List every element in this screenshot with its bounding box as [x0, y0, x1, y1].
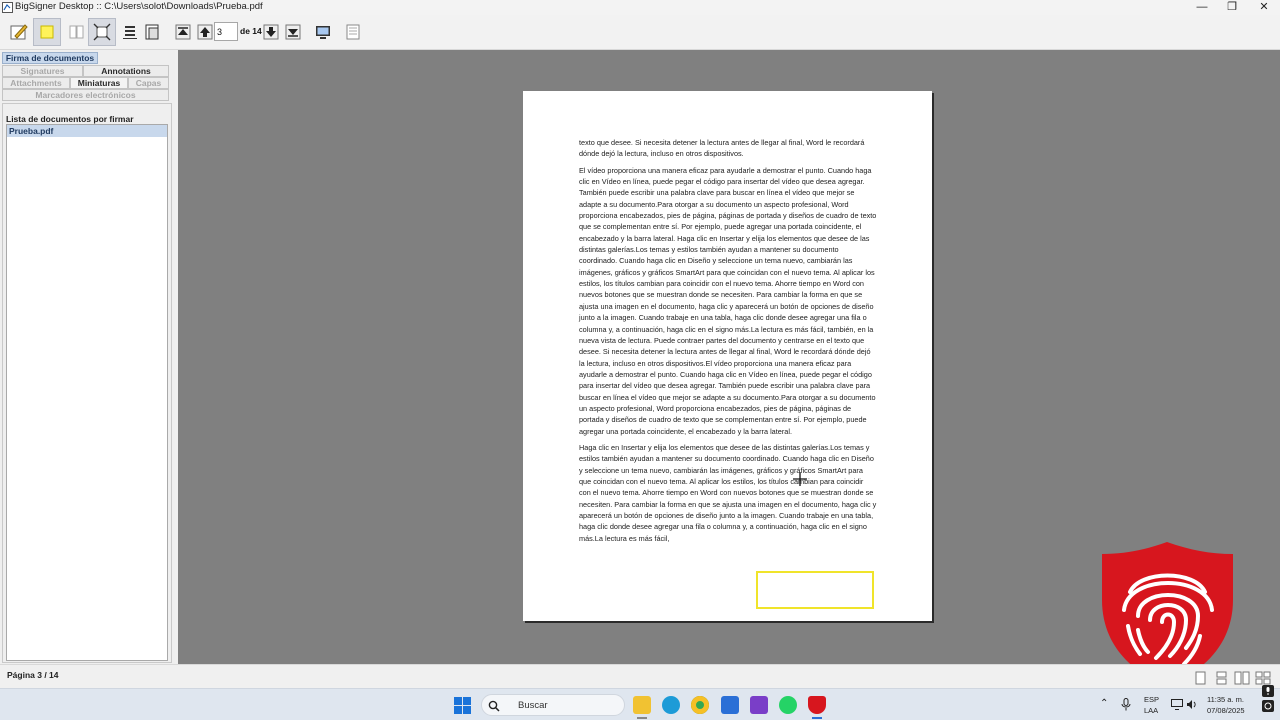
taskbar-search-input[interactable]: Buscar	[481, 694, 625, 716]
page-text: texto que desee. Si necesita detener la …	[579, 137, 877, 549]
last-page-icon	[285, 24, 301, 40]
crosshair-cursor-icon	[793, 472, 807, 486]
toolbar: de 14	[0, 15, 1280, 50]
two-page-icon	[145, 24, 159, 40]
edge-icon[interactable]	[662, 696, 680, 714]
left-panel: Firma de documentos Signatures Annotatio…	[0, 50, 175, 664]
status-page-label: Página 3 / 14	[7, 670, 59, 680]
tab-attachments[interactable]: Attachments	[2, 77, 70, 89]
maximize-button[interactable]: ❐	[1218, 0, 1246, 15]
app-icon	[2, 2, 13, 13]
first-page-button[interactable]	[171, 19, 195, 45]
two-page-button[interactable]	[140, 19, 164, 45]
network-icon[interactable]	[1171, 699, 1183, 710]
tab-marcadores[interactable]: Marcadores electrónicos	[2, 89, 169, 101]
file-explorer-icon[interactable]	[633, 696, 651, 714]
active-app-indicator	[812, 717, 822, 719]
single-page-button[interactable]	[64, 19, 88, 45]
signature-field[interactable]	[756, 571, 874, 609]
documents-list-label: Lista de documentos por firmar	[6, 114, 134, 124]
single-page-view-icon[interactable]	[1192, 671, 1208, 685]
edit-icon	[10, 24, 28, 40]
print-button[interactable]	[341, 19, 365, 45]
paragraph: El vídeo proporciona una manera eficaz p…	[579, 165, 877, 436]
volume-icon[interactable]	[1186, 699, 1198, 710]
documents-list: Prueba.pdf	[6, 124, 168, 661]
facing-view-icon[interactable]	[1234, 671, 1250, 685]
edit-button[interactable]	[5, 18, 33, 46]
continuous-view-icon[interactable]	[1213, 671, 1229, 685]
highlight-button[interactable]	[33, 18, 61, 46]
documents-panel: Lista de documentos por firmar Prueba.pd…	[2, 103, 172, 663]
tab-signatures[interactable]: Signatures	[2, 65, 83, 77]
photos-icon[interactable]	[721, 696, 739, 714]
single-page-icon	[69, 25, 84, 39]
fit-page-button[interactable]	[88, 18, 116, 46]
open-app-indicator	[637, 717, 647, 719]
fullscreen-button[interactable]	[311, 19, 335, 45]
notifications-icon[interactable]	[1262, 700, 1274, 712]
close-button[interactable]: ✕	[1250, 0, 1278, 15]
taskbar: Buscar ⌃ ESP LAA 11:35 a. m. 07/08/2025	[0, 685, 1280, 720]
print-icon	[346, 24, 360, 40]
document-item[interactable]: Prueba.pdf	[7, 125, 167, 137]
fullscreen-icon	[316, 26, 330, 39]
status-bar: Página 3 / 14	[0, 664, 1280, 688]
search-placeholder: Buscar	[518, 700, 548, 711]
window-title: BigSigner Desktop :: C:\Users\solot\Down…	[15, 1, 263, 12]
title-bar: BigSigner Desktop :: C:\Users\solot\Down…	[0, 0, 1280, 15]
windows-start-icon[interactable]	[454, 697, 471, 714]
media-player-icon[interactable]	[750, 696, 768, 714]
first-page-icon	[175, 24, 191, 40]
whatsapp-icon[interactable]	[779, 696, 797, 714]
continuous-facing-view-icon[interactable]	[1255, 671, 1271, 685]
microphone-tray-icon[interactable]	[1262, 685, 1274, 697]
chevron-up-icon[interactable]: ⌃	[1100, 698, 1108, 709]
chrome-icon[interactable]	[691, 696, 709, 714]
page-number-input[interactable]	[214, 22, 238, 41]
clock-date[interactable]: 07/08/2025	[1207, 706, 1245, 715]
bigsigner-taskbar-icon[interactable]	[808, 696, 826, 714]
language-indicator[interactable]: ESP	[1144, 695, 1159, 704]
tab-capas[interactable]: Capas	[128, 77, 169, 89]
paragraph: texto que desee. Si necesita detener la …	[579, 138, 865, 159]
next-page-button[interactable]	[259, 19, 283, 45]
keyboard-layout-indicator[interactable]: LAA	[1144, 706, 1158, 715]
tab-annotations[interactable]: Annotations	[83, 65, 169, 77]
pdf-page[interactable]: texto que desee. Si necesita detener la …	[523, 91, 932, 621]
microphone-icon[interactable]	[1121, 698, 1131, 711]
next-page-icon	[263, 24, 279, 40]
clock-time[interactable]: 11:35 a. m.	[1207, 695, 1244, 704]
fit-width-icon	[123, 26, 137, 39]
last-page-button[interactable]	[281, 19, 305, 45]
fit-width-button[interactable]	[118, 19, 142, 45]
minimize-button[interactable]: —	[1188, 0, 1216, 15]
previous-page-icon	[197, 24, 213, 40]
highlight-icon	[40, 25, 54, 39]
search-icon	[488, 700, 500, 712]
tab-miniaturas[interactable]: Miniaturas	[70, 77, 128, 89]
tab-firma-documentos[interactable]: Firma de documentos	[2, 52, 98, 64]
fit-page-icon	[93, 23, 111, 41]
paragraph: Haga clic en Insertar y elija los elemen…	[579, 442, 877, 543]
